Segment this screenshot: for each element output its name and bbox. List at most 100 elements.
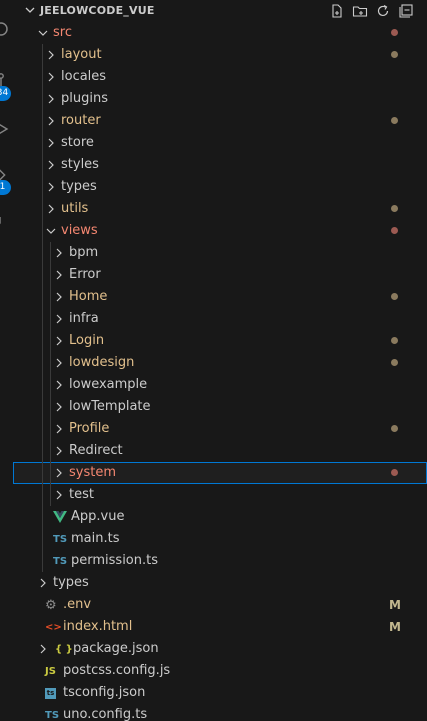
- source-control-badge: 34: [0, 86, 11, 101]
- chevron-right-icon[interactable]: [43, 201, 59, 217]
- folder-item[interactable]: types: [13, 176, 427, 198]
- chevron-right-icon[interactable]: [43, 179, 59, 195]
- tree-item-label: Home: [69, 289, 108, 304]
- chevron-right-icon[interactable]: [43, 47, 59, 63]
- folder-item[interactable]: infra: [13, 308, 427, 330]
- tree-item-label: locales: [61, 69, 107, 84]
- folder-item[interactable]: bpm: [13, 242, 427, 264]
- tree-item-label: .env: [63, 597, 92, 612]
- chevron-right-icon[interactable]: [43, 113, 59, 129]
- new-folder-icon[interactable]: [351, 2, 369, 20]
- tree-item-label: Login: [69, 333, 105, 348]
- folder-item[interactable]: types: [13, 572, 427, 594]
- tree-item-label: tsconfig.json: [63, 685, 146, 700]
- chevron-right-icon[interactable]: [51, 465, 67, 481]
- tsconfig-icon: ts: [45, 687, 56, 699]
- tree-item-label: system: [69, 465, 116, 480]
- file-item[interactable]: <> index.html M: [13, 616, 427, 638]
- search-icon[interactable]: [0, 20, 10, 42]
- indent-guide: [42, 528, 43, 550]
- folder-item[interactable]: system: [13, 462, 427, 484]
- folder-item[interactable]: styles: [13, 154, 427, 176]
- tree-item-label: infra: [69, 311, 99, 326]
- tree-item-label: index.html: [63, 619, 133, 634]
- file-item[interactable]: App.vue: [13, 506, 427, 528]
- chevron-down-icon[interactable]: [23, 3, 37, 21]
- indent-guide: [42, 242, 43, 264]
- folder-item[interactable]: Login: [13, 330, 427, 352]
- folder-item[interactable]: router: [13, 110, 427, 132]
- folder-item[interactable]: locales: [13, 66, 427, 88]
- folder-item[interactable]: Redirect: [13, 440, 427, 462]
- folder-item[interactable]: store: [13, 132, 427, 154]
- activity-bar: 34 1: [0, 0, 13, 721]
- git-status-dot: [391, 469, 398, 476]
- chevron-right-icon[interactable]: [35, 575, 51, 591]
- chevron-right-icon[interactable]: [51, 377, 67, 393]
- file-item[interactable]: JS postcss.config.js: [13, 660, 427, 682]
- explorer-header[interactable]: JEELOWCODE_VUE: [13, 0, 427, 22]
- tree-item-label: types: [61, 179, 97, 194]
- gear-icon: ⚙: [45, 597, 57, 613]
- folder-item[interactable]: layout: [13, 44, 427, 66]
- chevron-right-icon[interactable]: [43, 157, 59, 173]
- run-debug-icon[interactable]: [0, 120, 10, 142]
- folder-item[interactable]: utils: [13, 198, 427, 220]
- tree-item-label: main.ts: [71, 531, 120, 546]
- html-icon: <>: [45, 621, 62, 633]
- tree-item-label: permission.ts: [71, 553, 158, 568]
- chevron-right-icon[interactable]: [51, 311, 67, 327]
- indent-guide: [42, 440, 43, 462]
- file-item[interactable]: TS permission.ts: [13, 550, 427, 572]
- indent-guide: [42, 550, 43, 572]
- chevron-right-icon[interactable]: [43, 69, 59, 85]
- vue-icon: [53, 509, 67, 525]
- tree-item-label: Redirect: [69, 443, 123, 458]
- chevron-right-icon[interactable]: [51, 487, 67, 503]
- flask-icon[interactable]: [0, 214, 10, 236]
- indent-guide: [42, 506, 43, 528]
- indent-guide: [42, 308, 43, 330]
- file-item[interactable]: ⚙ .env M: [13, 594, 427, 616]
- chevron-right-icon[interactable]: [51, 289, 67, 305]
- tree-item-label: plugins: [61, 91, 108, 106]
- chevron-right-icon[interactable]: [51, 245, 67, 261]
- chevron-right-icon[interactable]: [51, 443, 67, 459]
- folder-item[interactable]: plugins: [13, 88, 427, 110]
- chevron-right-icon[interactable]: [43, 91, 59, 107]
- file-item[interactable]: TS uno.config.ts: [13, 704, 427, 721]
- chevron-down-icon[interactable]: [43, 223, 59, 239]
- folder-item[interactable]: lowdesign: [13, 352, 427, 374]
- git-status-dot: [391, 117, 398, 124]
- folder-item[interactable]: Profile: [13, 418, 427, 440]
- chevron-right-icon[interactable]: [43, 135, 59, 151]
- folder-item[interactable]: lowexample: [13, 374, 427, 396]
- git-status-dot: [391, 227, 398, 234]
- tree-item-label: Profile: [69, 421, 110, 436]
- folder-item[interactable]: src: [13, 22, 427, 44]
- git-status-dot: [391, 29, 398, 36]
- chevron-down-icon[interactable]: [35, 25, 51, 41]
- collapse-all-icon[interactable]: [397, 2, 415, 20]
- chevron-right-icon[interactable]: [51, 355, 67, 371]
- file-item[interactable]: TS main.ts: [13, 528, 427, 550]
- typescript-icon: TS: [53, 555, 68, 567]
- chevron-right-icon[interactable]: [51, 421, 67, 437]
- chevron-right-icon[interactable]: [51, 333, 67, 349]
- tree-item-label: utils: [61, 201, 89, 216]
- file-item[interactable]: ts tsconfig.json: [13, 682, 427, 704]
- tree-item-label: test: [69, 487, 94, 502]
- chevron-right-icon[interactable]: [51, 267, 67, 283]
- indent-guide: [42, 352, 43, 374]
- folder-item[interactable]: lowTemplate: [13, 396, 427, 418]
- chevron-right-icon[interactable]: [35, 641, 51, 657]
- new-file-icon[interactable]: [328, 2, 346, 20]
- folder-item[interactable]: test: [13, 484, 427, 506]
- folder-item[interactable]: Error: [13, 264, 427, 286]
- chevron-right-icon[interactable]: [51, 399, 67, 415]
- refresh-icon[interactable]: [374, 2, 392, 20]
- file-item[interactable]: { } package.json: [13, 638, 427, 660]
- folder-item[interactable]: Home: [13, 286, 427, 308]
- explorer-actions: [328, 2, 415, 20]
- folder-item[interactable]: views: [13, 220, 427, 242]
